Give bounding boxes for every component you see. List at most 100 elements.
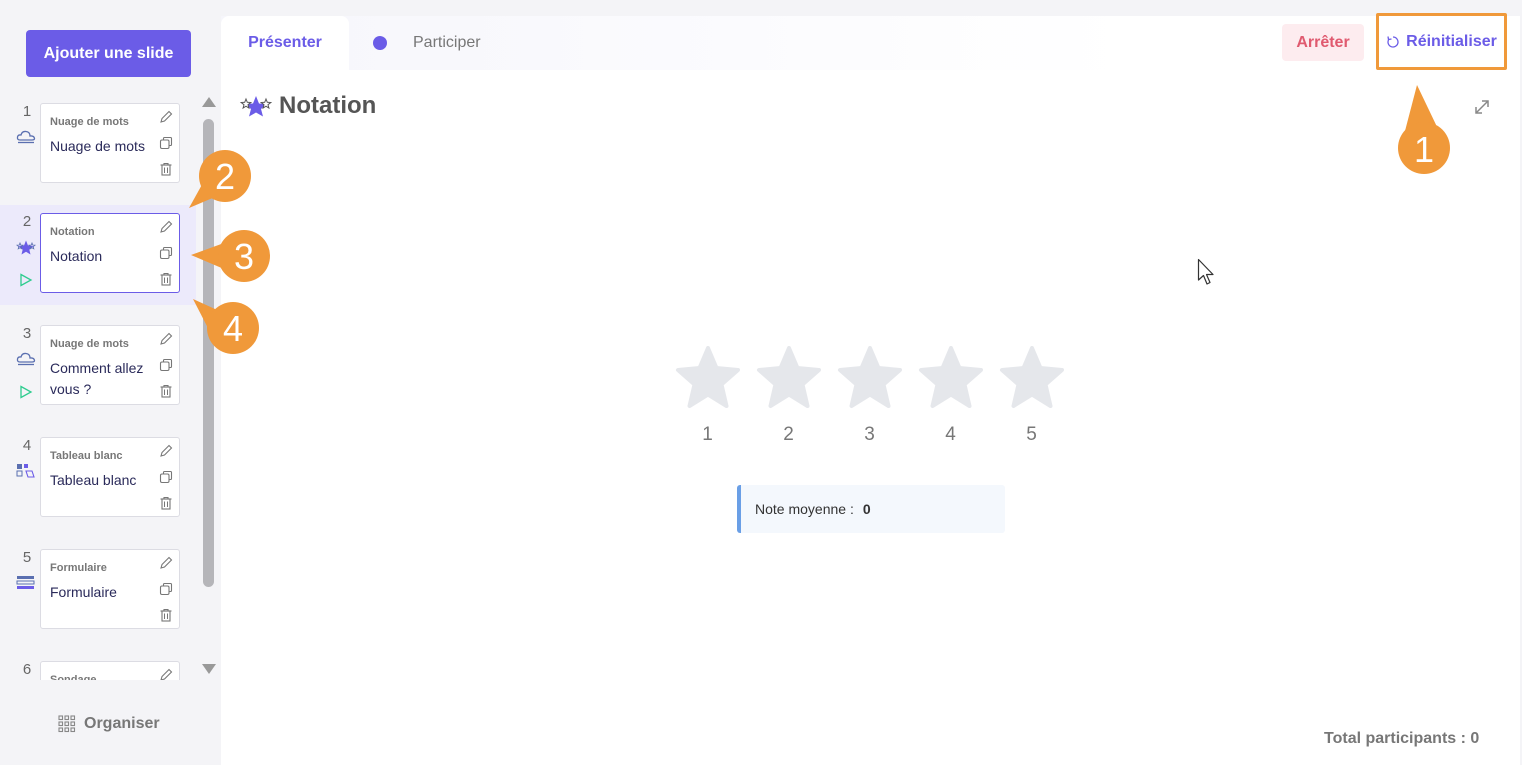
average-value: 0 [862, 501, 871, 517]
slide-card[interactable]: Notation Notation [40, 213, 180, 293]
slide-type-label: Nuage de mots [50, 338, 129, 350]
slide-type-label: Formulaire [50, 562, 107, 574]
fullscreen-icon[interactable] [1473, 98, 1491, 116]
slide-item-6[interactable]: 6 Sondage [0, 653, 196, 680]
slide-item-3[interactable]: 3 Nuage de mots Comment allez vous ? [0, 317, 196, 417]
stop-button[interactable]: Arrêter [1282, 24, 1364, 61]
total-participants: Total participants : 0 [1324, 730, 1480, 747]
edit-icon[interactable] [159, 556, 173, 570]
mouse-cursor-icon [1197, 258, 1214, 285]
organise-button[interactable]: Organiser [58, 712, 160, 736]
duplicate-icon[interactable] [159, 358, 173, 372]
edit-icon[interactable] [159, 110, 173, 124]
slide-sidebar: Ajouter une slide 1 Nuage de mots Nuage … [0, 0, 220, 765]
callout-number: 2 [215, 156, 235, 197]
slide-title: Notation [50, 248, 103, 264]
trash-icon[interactable] [159, 272, 173, 286]
callout-number: 4 [223, 308, 243, 349]
edit-icon[interactable] [159, 332, 173, 346]
top-bar: Présenter Participer Arrêter Réinitialis… [221, 13, 1520, 70]
rating-option-4: 4 [918, 346, 983, 446]
slide-number: 4 [22, 437, 32, 454]
edit-icon[interactable] [159, 444, 173, 458]
callout-1: 1 [1398, 85, 1450, 174]
star-icon [675, 346, 740, 408]
status-dot-icon [373, 36, 387, 50]
duplicate-icon[interactable] [159, 136, 173, 150]
slide-heading-title: Notation [279, 92, 377, 119]
average-rating-box: Note moyenne : 0 [737, 485, 1005, 533]
slide-title: Tableau blanc [50, 472, 137, 488]
slide-type-label: Notation [50, 226, 95, 238]
rating-value-label: 3 [864, 424, 875, 445]
rating-option-2: 2 [756, 346, 821, 446]
slide-item-2[interactable]: 2 Notation Notation [0, 205, 196, 305]
slide-title: Nuage de mots [50, 138, 145, 154]
rating-value-label: 1 [702, 424, 713, 445]
play-icon[interactable] [19, 385, 33, 399]
slide-type-label: Tableau blanc [50, 450, 123, 462]
rating-value-label: 2 [783, 424, 794, 445]
rating-option-1: 1 [675, 346, 740, 446]
slide-number: 6 [22, 661, 32, 678]
callout-3: 3 [191, 230, 270, 282]
play-icon[interactable] [19, 273, 33, 287]
callout-number: 1 [1414, 129, 1434, 170]
average-label: Note moyenne : [755, 501, 854, 517]
trash-icon[interactable] [159, 608, 173, 622]
duplicate-icon[interactable] [159, 246, 173, 260]
slide-item-4[interactable]: 4 Tableau blanc Tableau blanc [0, 429, 196, 529]
slide-item-5[interactable]: 5 Formulaire Formulaire [0, 541, 196, 641]
star-icon [756, 346, 821, 408]
slide-number: 2 [22, 213, 32, 230]
cloud-icon [16, 130, 36, 144]
slide-list: 1 Nuage de mots Nuage de mots 2 Notation… [0, 95, 196, 680]
slide-number: 1 [22, 103, 32, 120]
duplicate-icon[interactable] [159, 582, 173, 596]
rating-value-label: 4 [945, 424, 956, 445]
rating-stars: 1 2 3 4 5 [675, 346, 1064, 446]
slide-type-label: Sondage [50, 674, 97, 680]
callout-2: 2 [189, 150, 251, 208]
rating-stars-icon [239, 96, 273, 117]
reset-label: Réinitialiser [1406, 32, 1497, 50]
add-slide-button[interactable]: Ajouter une slide [26, 30, 191, 77]
rating-option-3: 3 [837, 346, 902, 446]
presentation-panel: Présenter Participer Arrêter Réinitialis… [221, 13, 1520, 765]
edit-icon[interactable] [159, 668, 173, 680]
reset-icon [1387, 35, 1399, 48]
slide-title: Formulaire [50, 584, 117, 600]
reset-button[interactable]: Réinitialiser [1376, 13, 1507, 70]
slide-number: 3 [22, 325, 32, 342]
slide-card[interactable]: Nuage de mots Nuage de mots [40, 103, 180, 183]
slide-card[interactable]: Formulaire Formulaire [40, 549, 180, 629]
slide-card[interactable]: Tableau blanc Tableau blanc [40, 437, 180, 517]
callout-number: 3 [234, 236, 254, 277]
callout-4: 4 [193, 299, 259, 354]
slide-type-label: Nuage de mots [50, 116, 129, 128]
rating-value-label: 5 [1026, 424, 1037, 445]
trash-icon[interactable] [159, 162, 173, 176]
slide-item-1[interactable]: 1 Nuage de mots Nuage de mots [0, 95, 196, 195]
rating-option-5: 5 [999, 346, 1064, 446]
grid-icon [58, 715, 76, 733]
star-icon [999, 346, 1064, 408]
trash-icon[interactable] [159, 384, 173, 398]
edit-icon[interactable] [159, 220, 173, 234]
slide-card[interactable]: Sondage [40, 661, 180, 680]
stars-icon [16, 240, 36, 255]
star-icon [918, 346, 983, 408]
tab-participate-label: Participer [413, 34, 481, 51]
tab-present[interactable]: Présenter [221, 16, 349, 70]
whiteboard-icon [16, 464, 35, 478]
tab-participate[interactable]: Participer [373, 16, 481, 70]
slide-heading: Notation [239, 92, 376, 120]
scroll-up-arrow[interactable] [202, 97, 216, 107]
slide-title: Comment allez vous ? [50, 360, 144, 397]
form-icon [16, 576, 35, 589]
cloud-icon [16, 352, 36, 366]
duplicate-icon[interactable] [159, 470, 173, 484]
scroll-down-arrow[interactable] [202, 664, 216, 674]
slide-card[interactable]: Nuage de mots Comment allez vous ? [40, 325, 180, 405]
trash-icon[interactable] [159, 496, 173, 510]
